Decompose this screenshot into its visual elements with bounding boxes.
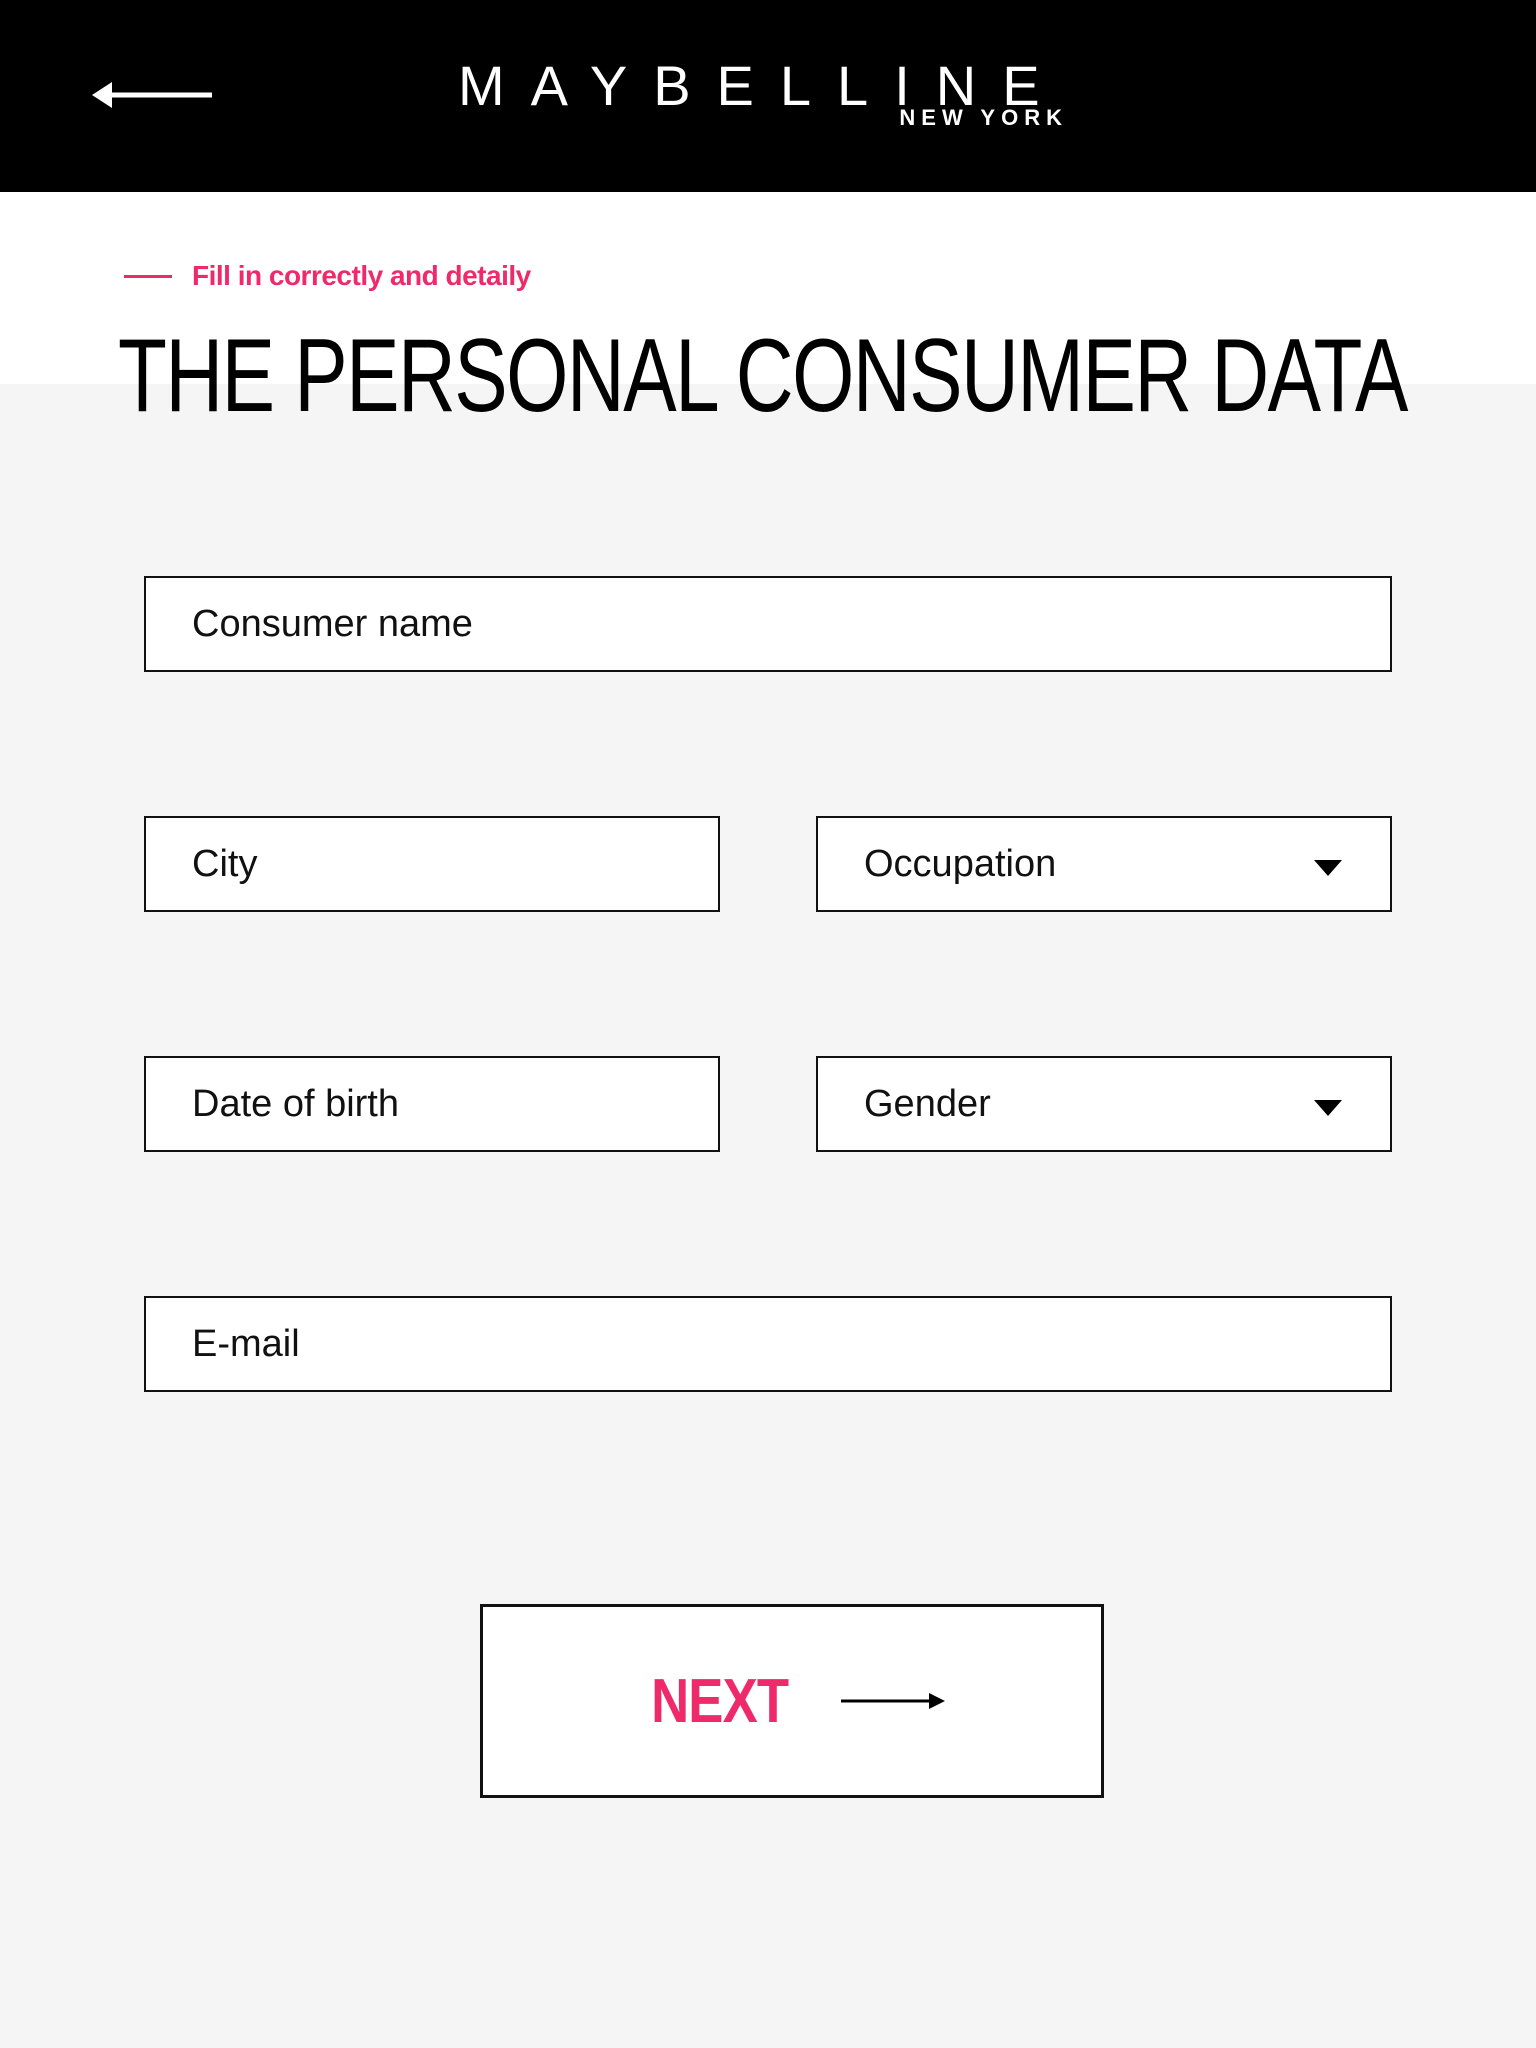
email-input[interactable]: E-mail <box>144 1296 1392 1392</box>
next-button[interactable]: NEXT <box>480 1604 1104 1798</box>
occupation-placeholder: Occupation <box>864 842 1057 885</box>
city-input[interactable]: City <box>144 816 720 912</box>
app-header: MAYBELLINE NEW YORK <box>0 0 1536 192</box>
back-button[interactable] <box>92 68 222 124</box>
gender-placeholder: Gender <box>864 1082 991 1125</box>
brand-subtitle: NEW YORK <box>899 105 1068 130</box>
caret-down-icon <box>1314 1100 1342 1116</box>
email-placeholder: E-mail <box>192 1322 300 1365</box>
occupation-select[interactable]: Occupation <box>816 816 1392 912</box>
consumer-name-placeholder: Consumer name <box>192 602 473 645</box>
next-button-label: NEXT <box>651 1666 789 1736</box>
subtitle-dash <box>124 274 172 278</box>
arrow-left-icon <box>92 82 212 108</box>
date-of-birth-placeholder: Date of birth <box>192 1082 399 1125</box>
consumer-name-input[interactable]: Consumer name <box>144 576 1392 672</box>
brand-logo: MAYBELLINE NEW YORK <box>458 56 1078 136</box>
gender-select[interactable]: Gender <box>816 1056 1392 1152</box>
arrow-right-icon <box>840 1689 945 1713</box>
page-title: THE PERSONAL CONSUMER DATA <box>118 318 1408 434</box>
date-of-birth-input[interactable]: Date of birth <box>144 1056 720 1152</box>
intro-subtitle: Fill in correctly and detaily <box>124 256 531 296</box>
city-placeholder: City <box>192 842 258 885</box>
caret-down-icon <box>1314 860 1342 876</box>
subtitle-text: Fill in correctly and detaily <box>192 260 531 291</box>
